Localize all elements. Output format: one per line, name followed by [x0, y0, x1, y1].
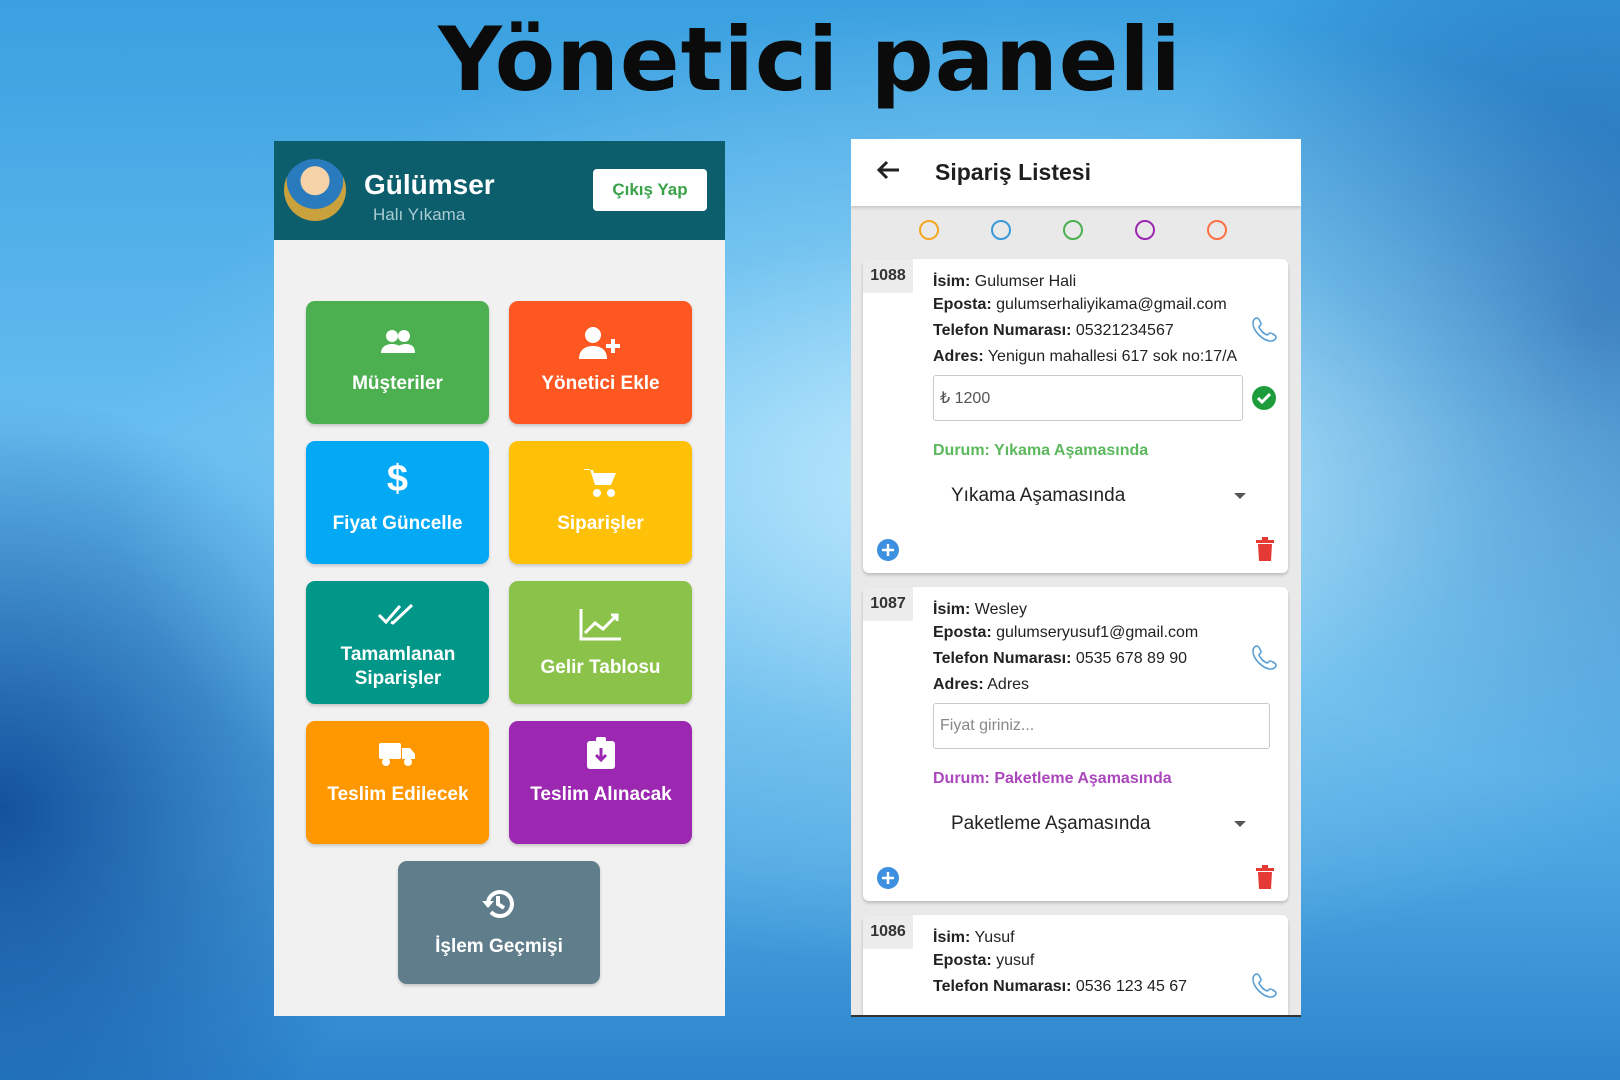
order-card: 1086 İsim: Yusuf Eposta: yusuf Telefon N… — [863, 915, 1288, 1015]
cart-icon — [584, 469, 616, 497]
tile-label: İşlem Geçmişi — [435, 936, 563, 957]
order-id: 1087 — [863, 587, 913, 621]
status-text: Durum: Yıkama Aşamasında — [933, 442, 1149, 459]
status-filter-orange[interactable] — [919, 220, 939, 240]
chevron-down-icon — [1234, 821, 1246, 827]
status-dropdown[interactable]: Yıkama Aşamasında — [933, 477, 1258, 517]
status-dropdown[interactable]: Paketleme Aşamasında — [933, 805, 1258, 845]
customer-address: Adres: Yenigun mahallesi 617 sok no:17/A — [933, 348, 1238, 365]
order-id: 1088 — [863, 259, 913, 293]
tile-add-admin[interactable]: Yönetici Ekle — [509, 301, 692, 424]
history-icon — [482, 890, 514, 918]
customer-name: İsim: Wesley — [933, 601, 1027, 618]
tile-label: Tamamlanan Siparişler — [340, 644, 456, 689]
phone-call-icon[interactable] — [1251, 315, 1279, 343]
customer-phone: Telefon Numarası: 0536 123 45 67 — [933, 978, 1188, 995]
phone-call-icon[interactable] — [1251, 971, 1279, 999]
clipboard-download-icon — [587, 737, 615, 769]
status-filter-purple[interactable] — [1135, 220, 1155, 240]
app-header: Gülümser Halı Yıkama Çıkış Yap — [274, 141, 725, 240]
people-icon — [381, 330, 415, 353]
customer-name: İsim: Gulumser Hali — [933, 273, 1077, 290]
customer-email: Eposta: gulumserhaliyikama@gmail.com — [933, 296, 1227, 313]
status-filter-blue[interactable] — [991, 220, 1011, 240]
tile-to-deliver[interactable]: Teslim Edilecek — [306, 721, 489, 844]
status-text: Durum: Paketleme Aşamasında — [933, 770, 1172, 787]
trending-up-icon — [579, 609, 621, 641]
tile-customers[interactable]: Müşteriler — [306, 301, 489, 424]
check-circle-icon[interactable] — [1251, 385, 1277, 411]
tile-label: Fiyat Güncelle — [332, 513, 463, 534]
delete-icon[interactable] — [1254, 865, 1276, 889]
customer-phone: Telefon Numarası: 0535 678 89 90 — [933, 650, 1188, 667]
person-add-icon — [579, 327, 620, 359]
back-arrow-icon[interactable] — [871, 153, 905, 187]
tile-label: Yönetici Ekle — [541, 373, 660, 394]
tile-to-pickup[interactable]: Teslim Alınacak — [509, 721, 692, 844]
order-list-screen: Sipariş Listesi 1088 İsim: Gulumser Hali… — [851, 139, 1301, 1017]
customer-email: Eposta: gulumseryusuf1@gmail.com — [933, 624, 1199, 641]
chevron-down-icon — [1234, 493, 1246, 499]
headline: Yönetici paneli — [438, 8, 1182, 111]
customer-email: Eposta: yusuf — [933, 952, 1035, 969]
add-circle-icon[interactable] — [876, 538, 900, 562]
delete-icon[interactable] — [1254, 537, 1276, 561]
page-title: Sipariş Listesi — [935, 159, 1091, 185]
tile-orders[interactable]: Siparişler — [509, 441, 692, 564]
brand-logo — [284, 159, 346, 221]
add-circle-icon[interactable] — [876, 866, 900, 890]
status-dropdown-value: Yıkama Aşamasında — [951, 485, 1126, 506]
admin-panel-screen: Gülümser Halı Yıkama Çıkış Yap Müşterile… — [274, 141, 725, 1016]
order-card: 1088 İsim: Gulumser Hali Eposta: gulumse… — [863, 259, 1288, 573]
customer-phone: Telefon Numarası: 05321234567 — [933, 322, 1174, 339]
order-id: 1086 — [863, 915, 913, 949]
tile-completed-orders[interactable]: Tamamlanan Siparişler — [306, 581, 489, 704]
logout-button[interactable]: Çıkış Yap — [593, 169, 707, 211]
customer-address: Adres: Adres — [933, 676, 1030, 693]
price-input[interactable] — [933, 703, 1270, 749]
status-filter-red[interactable] — [1207, 220, 1227, 240]
tile-label: Siparişler — [557, 513, 644, 534]
double-check-icon — [377, 603, 414, 625]
app-bar: Sipariş Listesi — [851, 139, 1301, 206]
status-filter-green[interactable] — [1063, 220, 1083, 240]
tile-label: Teslim Alınacak — [530, 784, 672, 805]
customer-name: İsim: Yusuf — [933, 929, 1015, 946]
brand-name: Gülümser — [364, 169, 495, 200]
order-card: 1087 İsim: Wesley Eposta: gulumseryusuf1… — [863, 587, 1288, 901]
tile-label: Teslim Edilecek — [327, 784, 469, 805]
price-input[interactable] — [933, 375, 1243, 421]
tile-label: Müşteriler — [352, 373, 443, 394]
phone-call-icon[interactable] — [1251, 643, 1279, 671]
dollar-icon: $ — [386, 458, 409, 500]
truck-icon — [379, 743, 415, 766]
status-dropdown-value: Paketleme Aşamasında — [951, 813, 1151, 834]
brand-subtitle: Halı Yıkama — [373, 205, 466, 224]
tile-transaction-history[interactable]: İşlem Geçmişi — [398, 861, 600, 984]
tile-update-price[interactable]: $ Fiyat Güncelle — [306, 441, 489, 564]
tile-label: Gelir Tablosu — [540, 657, 661, 678]
tile-revenue-table[interactable]: Gelir Tablosu — [509, 581, 692, 704]
